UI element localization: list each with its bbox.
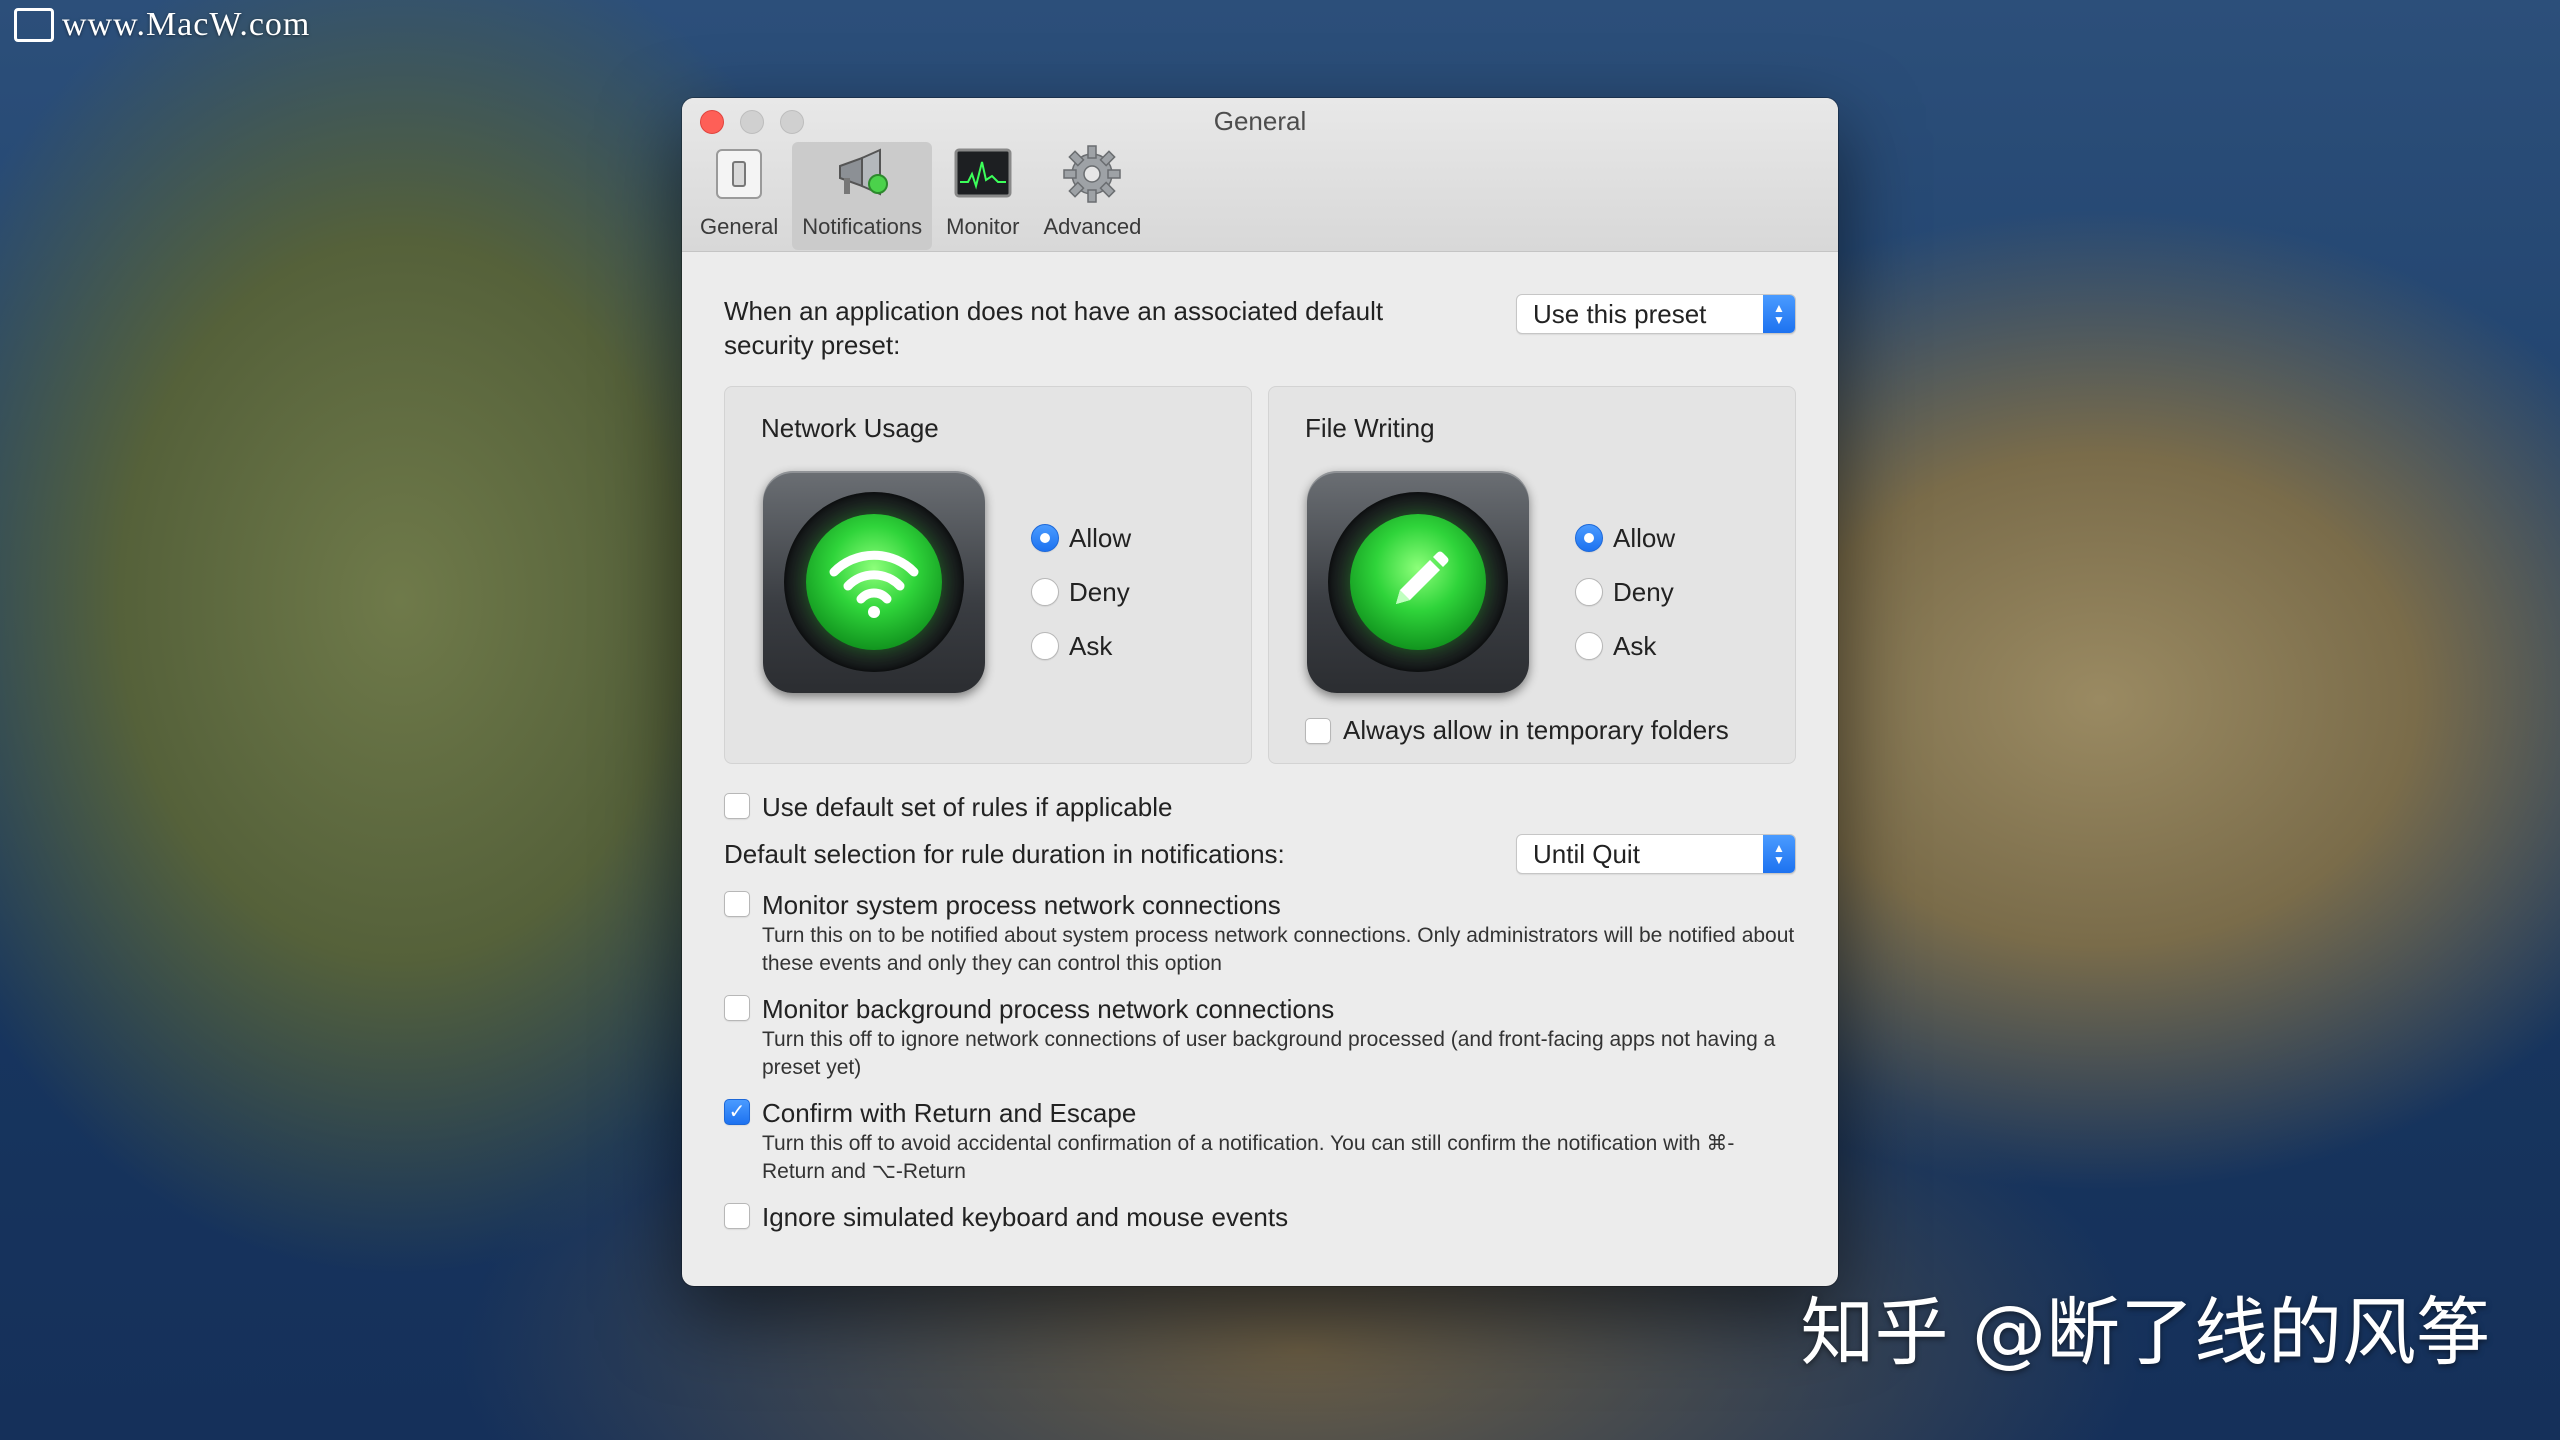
- file-deny-radio[interactable]: [1575, 578, 1603, 606]
- network-deny-radio[interactable]: [1031, 578, 1059, 606]
- watermark-author: 知乎 @断了线的风筝: [1800, 1290, 2490, 1376]
- network-allow-radio[interactable]: [1031, 524, 1059, 552]
- network-deny-option[interactable]: Deny: [1031, 565, 1131, 619]
- ignore-simulated-checkbox[interactable]: [724, 1203, 750, 1229]
- network-usage-title: Network Usage: [761, 413, 939, 443]
- tab-notifications[interactable]: Notifications: [792, 142, 933, 250]
- background-process-label: Monitor background process network conne…: [762, 994, 1335, 1024]
- background-process-checkbox[interactable]: [724, 995, 750, 1021]
- preset-row: When an application does not have an ass…: [724, 294, 1796, 362]
- confirm-return-checkbox[interactable]: ✓: [724, 1099, 750, 1125]
- window-title: General: [1213, 106, 1307, 136]
- switch-icon: [709, 144, 769, 204]
- preset-label: When an application does not have an ass…: [724, 296, 1384, 360]
- watermark-top: www.MacW.com: [14, 6, 310, 44]
- system-process-option[interactable]: Monitor system process network connectio…: [724, 888, 1796, 922]
- permission-groups: Network Usage Allow Deny Ask File Writin…: [724, 386, 1796, 764]
- confirm-return-label: Confirm with Return and Escape: [762, 1098, 1137, 1128]
- duration-popup-value: Until Quit: [1533, 838, 1640, 869]
- temp-folders-label: Always allow in temporary folders: [1343, 715, 1729, 745]
- preset-popup-value: Use this preset: [1533, 298, 1707, 329]
- duration-popup[interactable]: Until Quit ▲ ▼: [1516, 834, 1796, 874]
- activity-monitor-icon: [953, 144, 1013, 204]
- file-writing-group: File Writing Allow Deny Ask Always allow…: [1268, 386, 1796, 764]
- macw-logo-icon: [14, 8, 54, 42]
- temp-folders-option[interactable]: Always allow in temporary folders: [1305, 715, 1729, 746]
- popup-arrows-icon: ▲ ▼: [1763, 835, 1795, 873]
- default-rules-checkbox[interactable]: [724, 793, 750, 819]
- pencil-icon: [1307, 471, 1529, 693]
- tab-advanced-label: Advanced: [1043, 214, 1142, 239]
- network-usage-group: Network Usage Allow Deny Ask: [724, 386, 1252, 764]
- file-ask-radio[interactable]: [1575, 632, 1603, 660]
- default-rules-option[interactable]: Use default set of rules if applicable: [724, 790, 1796, 824]
- ignore-simulated-label: Ignore simulated keyboard and mouse even…: [762, 1202, 1289, 1232]
- duration-row: Default selection for rule duration in n…: [724, 834, 1796, 874]
- tab-notifications-label: Notifications: [802, 214, 923, 239]
- system-process-checkbox[interactable]: [724, 891, 750, 917]
- network-usage-radios: Allow Deny Ask: [1031, 511, 1131, 673]
- titlebar: General General Notifications Monitor Ad…: [682, 98, 1838, 252]
- confirm-return-option[interactable]: ✓ Confirm with Return and Escape: [724, 1096, 1796, 1130]
- default-rules-label: Use default set of rules if applicable: [762, 792, 1173, 822]
- file-deny-option[interactable]: Deny: [1575, 565, 1675, 619]
- notifications-pane: When an application does not have an ass…: [682, 294, 1838, 1234]
- file-deny-label: Deny: [1613, 576, 1674, 607]
- file-allow-radio[interactable]: [1575, 524, 1603, 552]
- preset-popup[interactable]: Use this preset ▲ ▼: [1516, 294, 1796, 334]
- preferences-window: General General Notifications Monitor Ad…: [682, 98, 1838, 1286]
- tab-monitor[interactable]: Monitor: [936, 142, 1029, 250]
- file-ask-label: Ask: [1613, 630, 1657, 661]
- gear-icon: [1062, 144, 1122, 204]
- system-process-label: Monitor system process network connectio…: [762, 890, 1281, 920]
- network-wifi-icon: [763, 471, 985, 693]
- file-ask-option[interactable]: Ask: [1575, 619, 1675, 673]
- popup-arrows-icon: ▲ ▼: [1763, 295, 1795, 333]
- network-ask-radio[interactable]: [1031, 632, 1059, 660]
- tab-general[interactable]: General: [690, 142, 788, 250]
- network-ask-label: Ask: [1069, 630, 1113, 661]
- network-ask-option[interactable]: Ask: [1031, 619, 1131, 673]
- file-allow-label: Allow: [1613, 522, 1676, 553]
- network-allow-label: Allow: [1069, 522, 1132, 553]
- system-process-desc: Turn this on to be notified about system…: [762, 924, 1795, 975]
- confirm-return-desc: Turn this off to avoid accidental confir…: [762, 1132, 1735, 1183]
- network-allow-option[interactable]: Allow: [1031, 511, 1131, 565]
- megaphone-icon: [832, 144, 892, 204]
- toolbar: General Notifications Monitor Advanced: [690, 142, 1151, 250]
- tab-monitor-label: Monitor: [946, 214, 1020, 239]
- duration-label: Default selection for rule duration in n…: [724, 839, 1285, 869]
- watermark-site: www.MacW.com: [62, 6, 311, 43]
- tab-advanced[interactable]: Advanced: [1033, 142, 1151, 250]
- temp-folders-checkbox[interactable]: [1305, 717, 1331, 744]
- background-process-desc: Turn this off to ignore network connecti…: [762, 1028, 1776, 1079]
- ignore-simulated-option[interactable]: Ignore simulated keyboard and mouse even…: [724, 1200, 1796, 1234]
- file-writing-radios: Allow Deny Ask: [1575, 511, 1675, 673]
- network-deny-label: Deny: [1069, 576, 1130, 607]
- tab-general-label: General: [700, 214, 779, 239]
- background-process-option[interactable]: Monitor background process network conne…: [724, 992, 1796, 1026]
- file-allow-option[interactable]: Allow: [1575, 511, 1675, 565]
- file-writing-title: File Writing: [1305, 413, 1435, 443]
